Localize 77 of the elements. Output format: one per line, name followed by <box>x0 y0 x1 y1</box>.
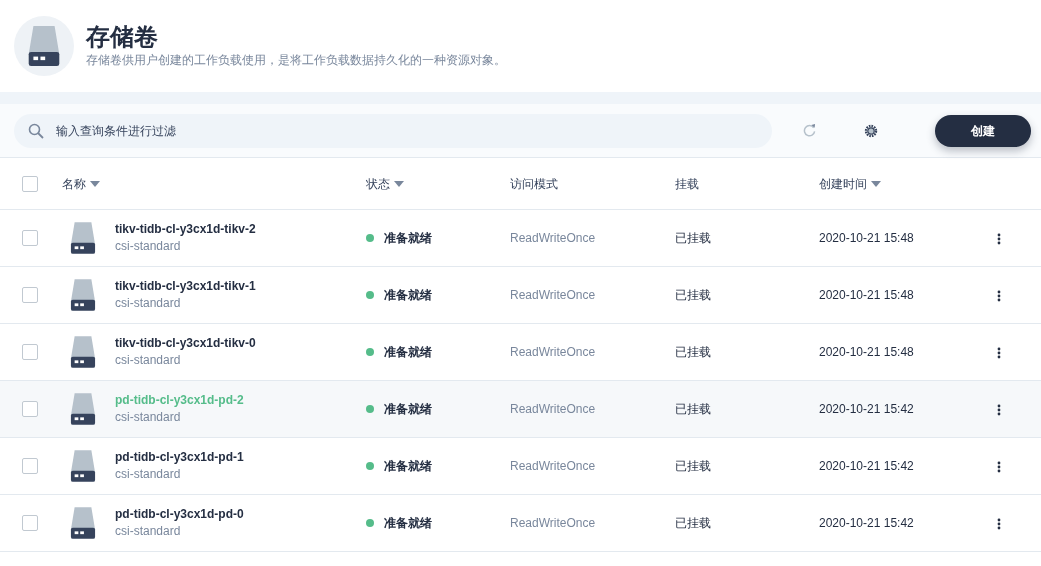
column-header[interactable]: 名称 <box>62 174 86 193</box>
volume-name-link[interactable]: pd-tidb-cl-y3cx1d-pd-1 <box>115 448 244 466</box>
storage-class: csi-standard <box>115 523 182 541</box>
created-time: 2020-10-21 15:42 <box>819 516 914 530</box>
disk-icon <box>27 26 61 66</box>
status-dot <box>366 462 374 470</box>
search-icon <box>28 122 44 139</box>
settings-icon[interactable] <box>864 123 878 138</box>
volume-name-link[interactable]: tikv-tidb-cl-y3cx1d-tikv-0 <box>115 334 256 352</box>
mount-status: 已挂载 <box>675 231 711 245</box>
access-mode: ReadWriteOnce <box>510 231 596 245</box>
refresh-icon[interactable] <box>802 124 816 137</box>
sort-caret-icon[interactable] <box>394 180 404 187</box>
status-text: 准备就绪 <box>384 458 432 475</box>
storage-class: csi-standard <box>115 295 182 313</box>
storage-class: csi-standard <box>115 238 182 256</box>
status-text: 准备就绪 <box>384 401 432 418</box>
access-mode: ReadWriteOnce <box>510 288 596 302</box>
created-time: 2020-10-21 15:48 <box>819 288 914 302</box>
access-mode: ReadWriteOnce <box>510 345 596 359</box>
column-header: 访问模式 <box>510 175 558 193</box>
status-text: 准备就绪 <box>384 344 432 361</box>
page-description: 存储卷供用户创建的工作负载使用，是将工作负载数据持久化的一种资源对象。 <box>86 52 506 70</box>
volume-name-link[interactable]: pd-tidb-cl-y3cx1d-pd-0 <box>115 505 244 523</box>
more-icon <box>997 460 1001 473</box>
row-checkbox[interactable] <box>22 230 38 246</box>
row-checkbox[interactable] <box>22 344 38 360</box>
disk-icon <box>70 221 96 255</box>
created-time: 2020-10-21 15:42 <box>819 459 914 473</box>
access-mode: ReadWriteOnce <box>510 459 596 473</box>
search-input[interactable]: 输入查询条件进行过滤 <box>54 120 758 141</box>
status-dot <box>366 348 374 356</box>
volume-name-link[interactable]: tikv-tidb-cl-y3cx1d-tikv-1 <box>115 277 256 295</box>
row-checkbox[interactable] <box>22 401 38 417</box>
sort-caret-icon[interactable] <box>90 180 100 187</box>
disk-icon <box>70 449 96 483</box>
status-dot <box>366 291 374 299</box>
disk-icon <box>70 506 96 540</box>
status-dot <box>366 519 374 527</box>
row-checkbox[interactable] <box>22 458 38 474</box>
status-dot <box>366 234 374 242</box>
more-icon <box>997 517 1001 530</box>
more-icon <box>997 289 1001 302</box>
create-button[interactable]: 创建 <box>935 114 1031 147</box>
created-time: 2020-10-21 15:42 <box>819 402 914 416</box>
row-checkbox[interactable] <box>22 515 38 531</box>
volume-name-link[interactable]: tikv-tidb-cl-y3cx1d-tikv-2 <box>115 220 256 238</box>
more-icon <box>997 346 1001 359</box>
more-icon <box>997 403 1001 416</box>
disk-icon <box>70 278 96 312</box>
created-time: 2020-10-21 15:48 <box>819 231 914 245</box>
mount-status: 已挂载 <box>675 459 711 473</box>
mount-status: 已挂载 <box>675 345 711 359</box>
created-time: 2020-10-21 15:48 <box>819 345 914 359</box>
status-text: 准备就绪 <box>384 230 432 247</box>
status-text: 准备就绪 <box>384 287 432 304</box>
column-header[interactable]: 状态 <box>366 174 390 193</box>
disk-icon <box>70 335 96 369</box>
storage-class: csi-standard <box>115 409 182 427</box>
mount-status: 已挂载 <box>675 402 711 416</box>
sort-caret-icon[interactable] <box>871 180 881 187</box>
status-dot <box>366 405 374 413</box>
column-header[interactable]: 创建时间 <box>819 174 867 193</box>
page-title: 存储卷 <box>86 22 159 52</box>
storage-class: csi-standard <box>115 466 182 484</box>
access-mode: ReadWriteOnce <box>510 402 596 416</box>
status-text: 准备就绪 <box>384 515 432 532</box>
storage-class: csi-standard <box>115 352 182 370</box>
more-icon <box>997 232 1001 245</box>
row-checkbox[interactable] <box>22 287 38 303</box>
column-header: 挂载 <box>675 175 699 193</box>
disk-icon <box>70 392 96 426</box>
search-field[interactable]: 输入查询条件进行过滤 <box>14 113 772 148</box>
mount-status: 已挂载 <box>675 516 711 530</box>
access-mode: ReadWriteOnce <box>510 516 596 530</box>
mount-status: 已挂载 <box>675 288 711 302</box>
select-all-checkbox[interactable] <box>22 175 38 192</box>
